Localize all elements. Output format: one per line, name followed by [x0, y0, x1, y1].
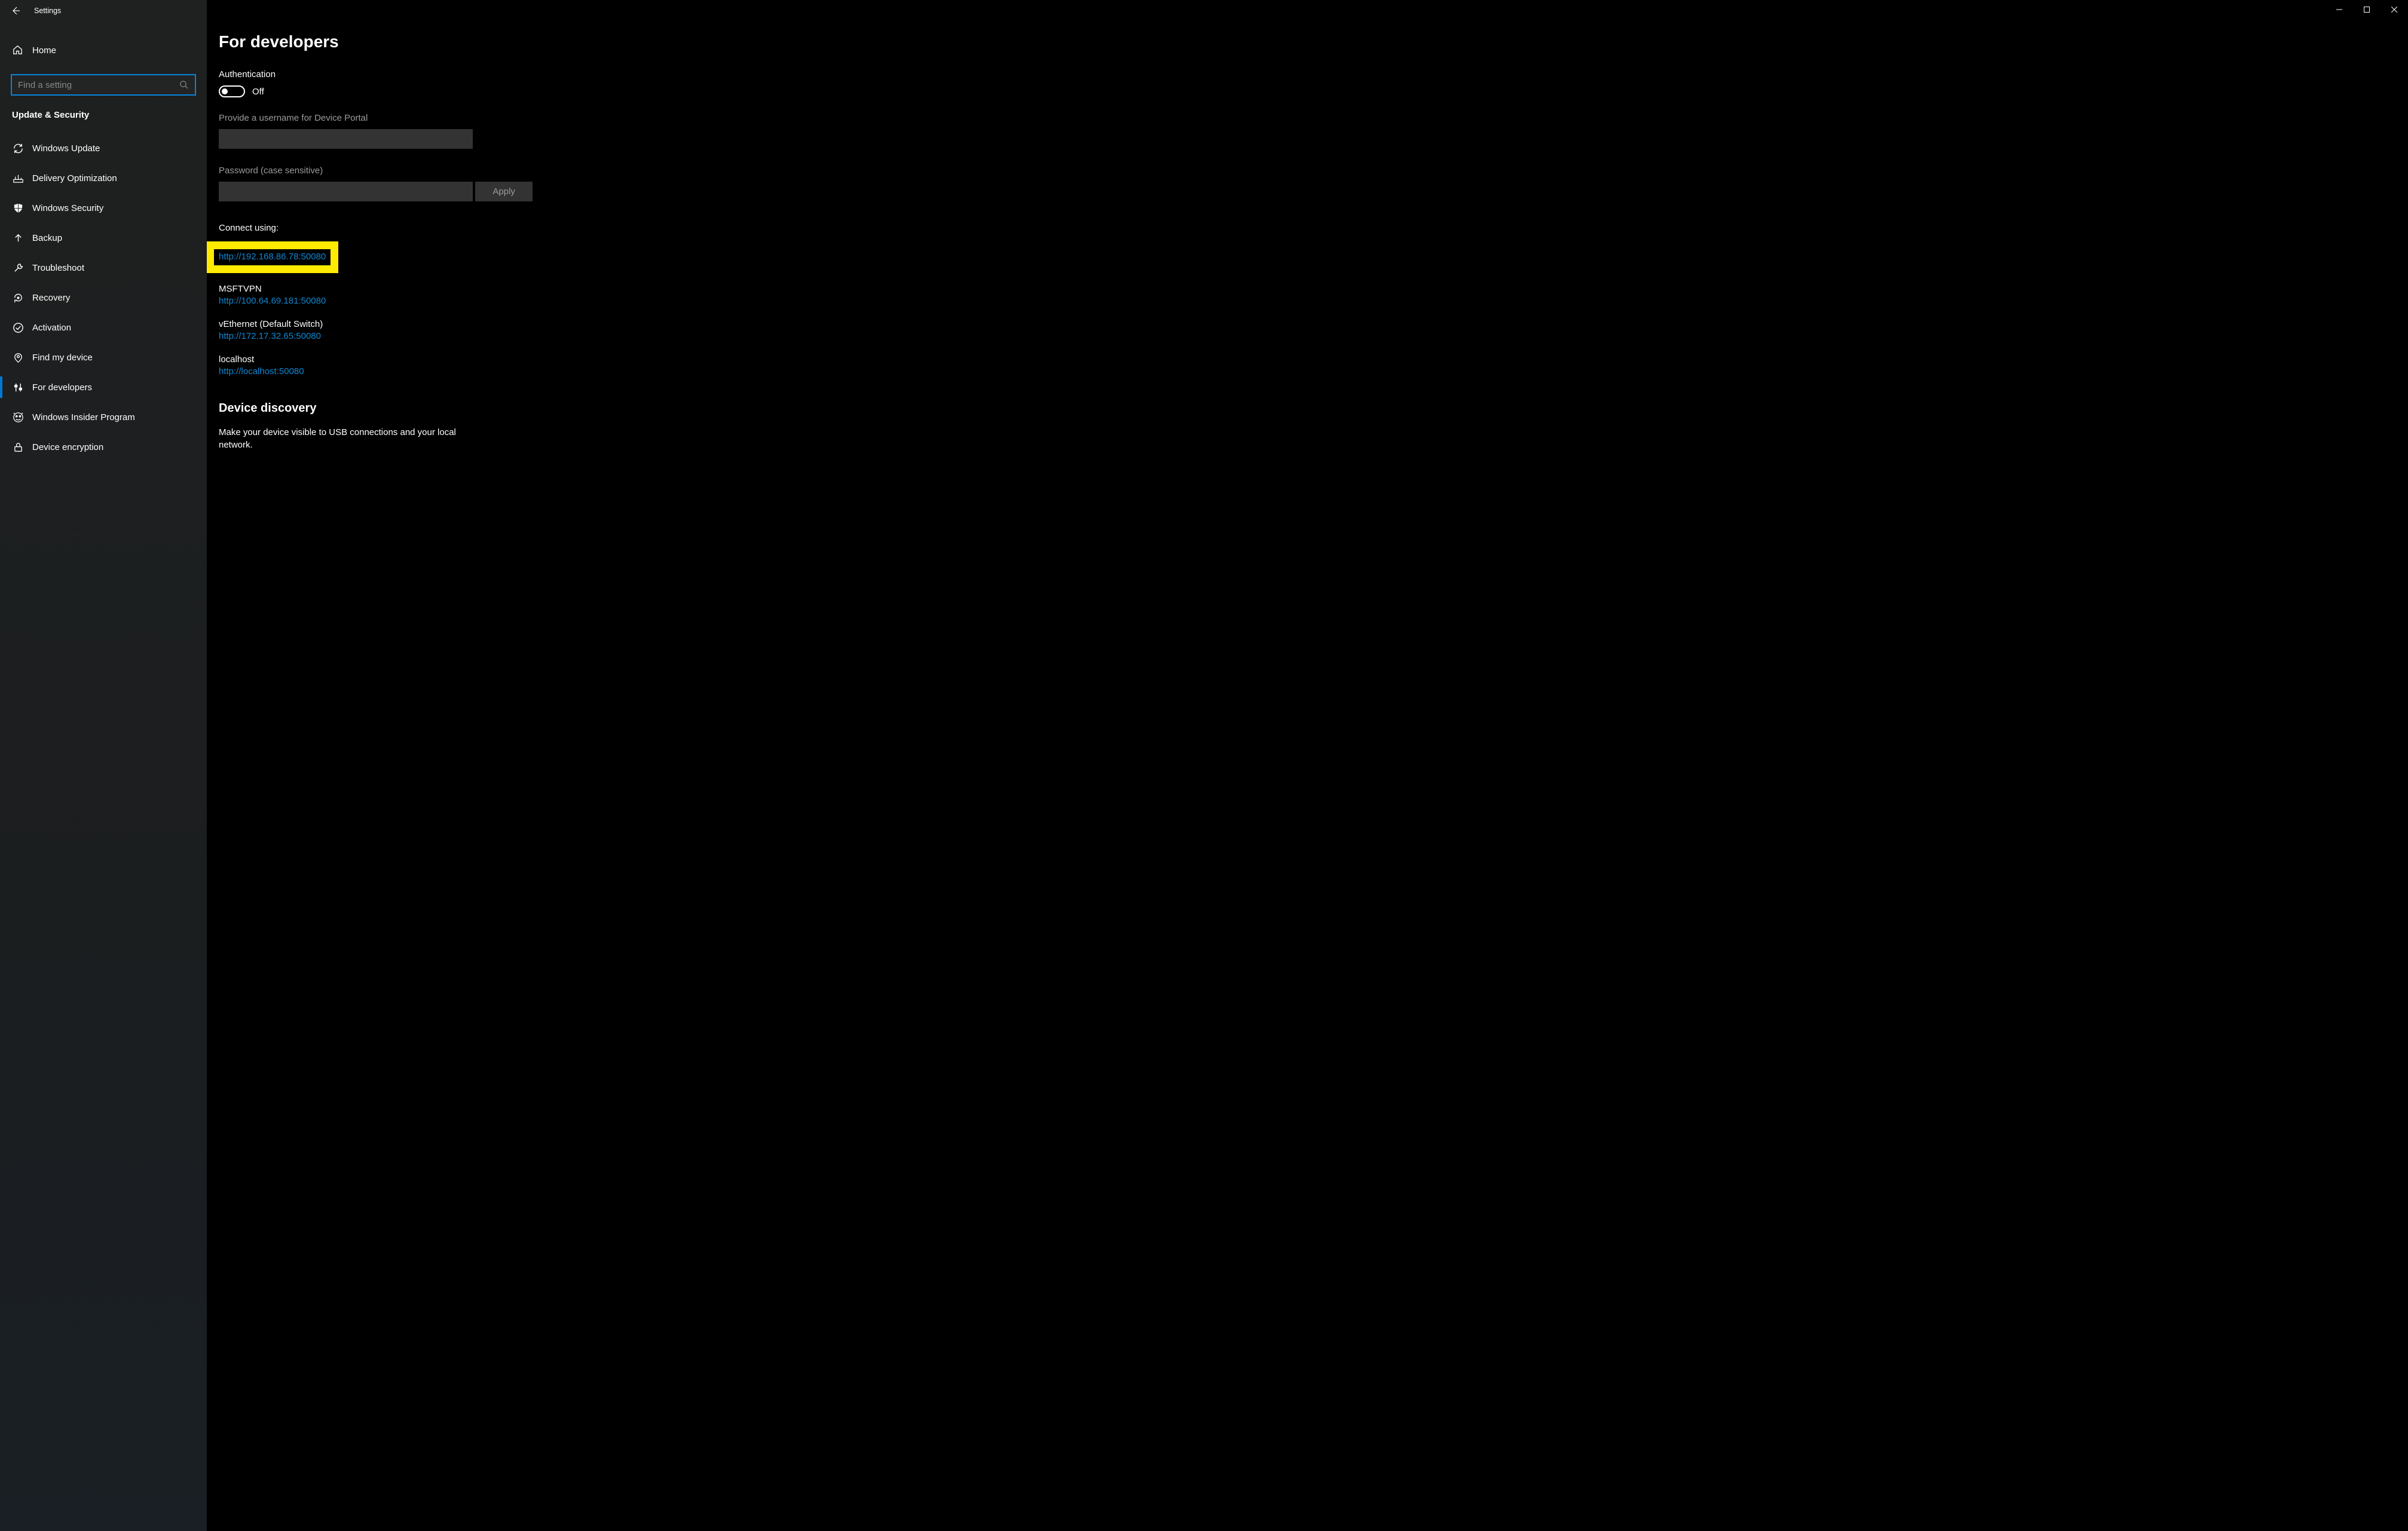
username-label: Provide a username for Device Portal — [219, 113, 625, 123]
sidebar-item-for-developers[interactable]: For developers — [0, 372, 207, 402]
check-circle-icon — [12, 321, 24, 333]
main-panel: For developers Authentication Off Provid… — [207, 0, 2408, 1531]
sidebar-item-windows-update[interactable]: Windows Update — [0, 133, 207, 163]
auth-heading: Authentication — [219, 69, 625, 79]
home-label: Home — [32, 45, 56, 56]
sidebar-item-label: Device encryption — [32, 442, 103, 452]
sidebar-item-label: Windows Security — [32, 203, 103, 213]
maximize-button[interactable] — [2353, 0, 2381, 19]
close-button[interactable] — [2381, 0, 2408, 19]
section-title: Update & Security — [0, 110, 207, 120]
search-input-container[interactable] — [11, 74, 196, 96]
app-title: Settings — [34, 7, 61, 15]
sidebar-item-activation[interactable]: Activation — [0, 313, 207, 342]
sidebar-item-label: Recovery — [32, 293, 70, 303]
wrench-icon — [12, 262, 24, 274]
auth-toggle-state: Off — [252, 87, 264, 97]
sidebar-item-home[interactable]: Home — [0, 38, 207, 62]
shield-icon — [12, 202, 24, 214]
connection-link[interactable]: http://172.17.32.65:50080 — [219, 331, 321, 341]
connection-item: vEthernet (Default Switch) http://172.17… — [219, 319, 625, 341]
sidebar-item-label: For developers — [32, 382, 92, 393]
device-discovery-description: Make your device visible to USB connecti… — [219, 426, 470, 451]
search-icon — [179, 80, 189, 90]
password-label: Password (case sensitive) — [219, 166, 625, 176]
backup-icon — [12, 232, 24, 244]
username-input[interactable] — [219, 129, 473, 149]
sidebar-item-label: Delivery Optimization — [32, 173, 117, 183]
window-controls — [2326, 0, 2408, 19]
sidebar-item-find-my-device[interactable]: Find my device — [0, 342, 207, 372]
sidebar-item-troubleshoot[interactable]: Troubleshoot — [0, 253, 207, 283]
insider-icon — [12, 411, 24, 423]
connection-name: localhost — [219, 354, 625, 365]
sidebar-item-label: Backup — [32, 233, 62, 243]
location-icon — [12, 351, 24, 363]
sidebar-item-windows-security[interactable]: Windows Security — [0, 193, 207, 223]
sidebar-item-label: Activation — [32, 323, 71, 333]
connection-item: MSFTVPN http://100.64.69.181:50080 — [219, 284, 625, 306]
apply-button[interactable]: Apply — [475, 182, 533, 201]
search-input[interactable] — [18, 80, 179, 90]
recovery-icon — [12, 292, 24, 304]
highlighted-connection: http://192.168.86.78:50080 — [207, 241, 338, 273]
sidebar-item-recovery[interactable]: Recovery — [0, 283, 207, 313]
delivery-icon — [12, 172, 24, 184]
minimize-button[interactable] — [2326, 0, 2353, 19]
connection-link[interactable]: http://100.64.69.181:50080 — [219, 296, 326, 306]
home-icon — [12, 44, 24, 56]
connect-using-label: Connect using: — [219, 223, 625, 233]
sidebar-item-label: Troubleshoot — [32, 263, 84, 273]
sidebar-item-delivery-optimization[interactable]: Delivery Optimization — [0, 163, 207, 193]
tools-icon — [12, 381, 24, 393]
connection-name: MSFTVPN — [219, 284, 625, 294]
page-title: For developers — [219, 32, 625, 51]
device-discovery-heading: Device discovery — [219, 402, 625, 415]
connection-item: localhost http://localhost:50080 — [219, 354, 625, 376]
sidebar-item-label: Windows Insider Program — [32, 412, 135, 422]
sidebar-item-device-encryption[interactable]: Device encryption — [0, 432, 207, 462]
sidebar-item-backup[interactable]: Backup — [0, 223, 207, 253]
password-input[interactable] — [219, 182, 473, 201]
connection-link[interactable]: http://localhost:50080 — [219, 366, 304, 376]
connection-link[interactable]: http://192.168.86.78:50080 — [219, 252, 326, 262]
sidebar-item-windows-insider-program[interactable]: Windows Insider Program — [0, 402, 207, 432]
sidebar-item-label: Windows Update — [32, 143, 100, 154]
lock-icon — [12, 441, 24, 453]
auth-toggle[interactable] — [219, 85, 245, 97]
sidebar: Settings Home Update & Security — [0, 0, 207, 1531]
titlebar: Settings — [0, 0, 207, 22]
connection-name: vEthernet (Default Switch) — [219, 319, 625, 329]
back-arrow-icon[interactable] — [10, 5, 21, 16]
sidebar-item-label: Find my device — [32, 353, 93, 363]
sync-icon — [12, 142, 24, 154]
